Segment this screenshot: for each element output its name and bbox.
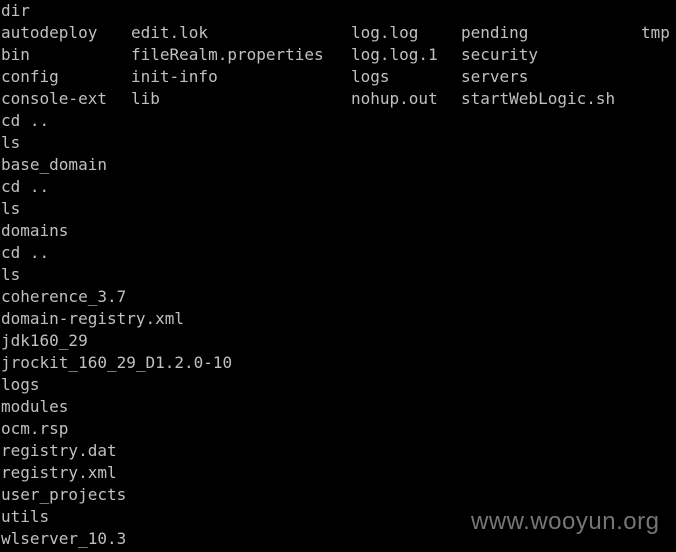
output-line: jdk160_29 <box>1 330 88 352</box>
dir-listing-row-4: console-ext lib nohup.out startWebLogic.… <box>1 88 676 110</box>
output-line: registry.xml <box>1 462 117 484</box>
line-text: wlserver_10.3 <box>1 529 127 548</box>
line-text: jrockit_160_29_D1.2.0-10 <box>1 353 233 372</box>
line-text: modules <box>1 397 69 416</box>
line-text: ls <box>1 265 21 284</box>
output-line: user_projects <box>1 484 126 506</box>
line-text: utils <box>1 507 50 526</box>
dir-entry: lib <box>131 89 160 108</box>
line-text: domains <box>1 221 69 240</box>
dir-entry: security <box>461 45 539 64</box>
line-text: coherence_3.7 <box>1 287 127 306</box>
output-line: utils <box>1 506 49 528</box>
line-text: cd .. <box>1 243 50 262</box>
dir-entry: startWebLogic.sh <box>461 89 616 108</box>
line-text: base_domain <box>1 155 107 174</box>
output-line: ocm.rsp <box>1 418 68 440</box>
output-line: cd .. <box>1 110 49 132</box>
line-text: ls <box>1 133 21 152</box>
dir-entry: fileRealm.properties <box>131 45 324 64</box>
line-text: ls <box>1 199 21 218</box>
line-text: domain-registry.xml <box>1 309 185 328</box>
line-text: registry.dat <box>1 441 117 460</box>
line-text: jdk160_29 <box>1 331 88 350</box>
line-text: logs <box>1 375 40 394</box>
output-line: coherence_3.7 <box>1 286 126 308</box>
output-line: registry.dat <box>1 440 117 462</box>
line-text: cd .. <box>1 111 50 130</box>
output-line: modules <box>1 396 68 418</box>
output-line: logs <box>1 374 40 396</box>
output-line: domains <box>1 220 68 242</box>
line-text: cd .. <box>1 177 50 196</box>
output-line: wlserver_10.3 <box>1 528 126 550</box>
output-line-dir-command: dir <box>1 0 30 22</box>
dir-entry: tmp <box>641 23 670 42</box>
dir-entry: console-ext <box>1 89 107 108</box>
dir-entry: logs <box>351 67 390 86</box>
output-line: ls <box>1 132 20 154</box>
output-line: ls <box>1 198 20 220</box>
line-text: registry.xml <box>1 463 117 482</box>
output-line: domain-registry.xml <box>1 308 184 330</box>
dir-listing-row-1: autodeploy edit.lok log.log pending tmp <box>1 22 676 44</box>
terminal-window[interactable]: dir autodeploy edit.lok log.log pending … <box>0 0 676 552</box>
output-line: cd .. <box>1 176 49 198</box>
line-text: user_projects <box>1 485 127 504</box>
output-line: cd .. <box>1 242 49 264</box>
watermark-text: www.wooyun.org <box>471 508 660 535</box>
dir-entry: pending <box>461 23 529 42</box>
line-text: ocm.rsp <box>1 419 69 438</box>
dir-listing-row-3: config init-info logs servers <box>1 66 676 88</box>
line-text: dir <box>1 1 30 20</box>
output-line: base_domain <box>1 154 107 176</box>
dir-entry: config <box>1 67 59 86</box>
dir-entry: edit.lok <box>131 23 209 42</box>
output-line: jrockit_160_29_D1.2.0-10 <box>1 352 232 374</box>
dir-listing-row-2: bin fileRealm.properties log.log.1 secur… <box>1 44 676 66</box>
dir-entry: autodeploy <box>1 23 98 42</box>
dir-entry: log.log.1 <box>351 45 438 64</box>
dir-entry: init-info <box>131 67 218 86</box>
dir-entry: servers <box>461 67 529 86</box>
dir-entry: bin <box>1 45 30 64</box>
output-line: ls <box>1 264 20 286</box>
dir-entry: nohup.out <box>351 89 438 108</box>
dir-entry: log.log <box>351 23 419 42</box>
